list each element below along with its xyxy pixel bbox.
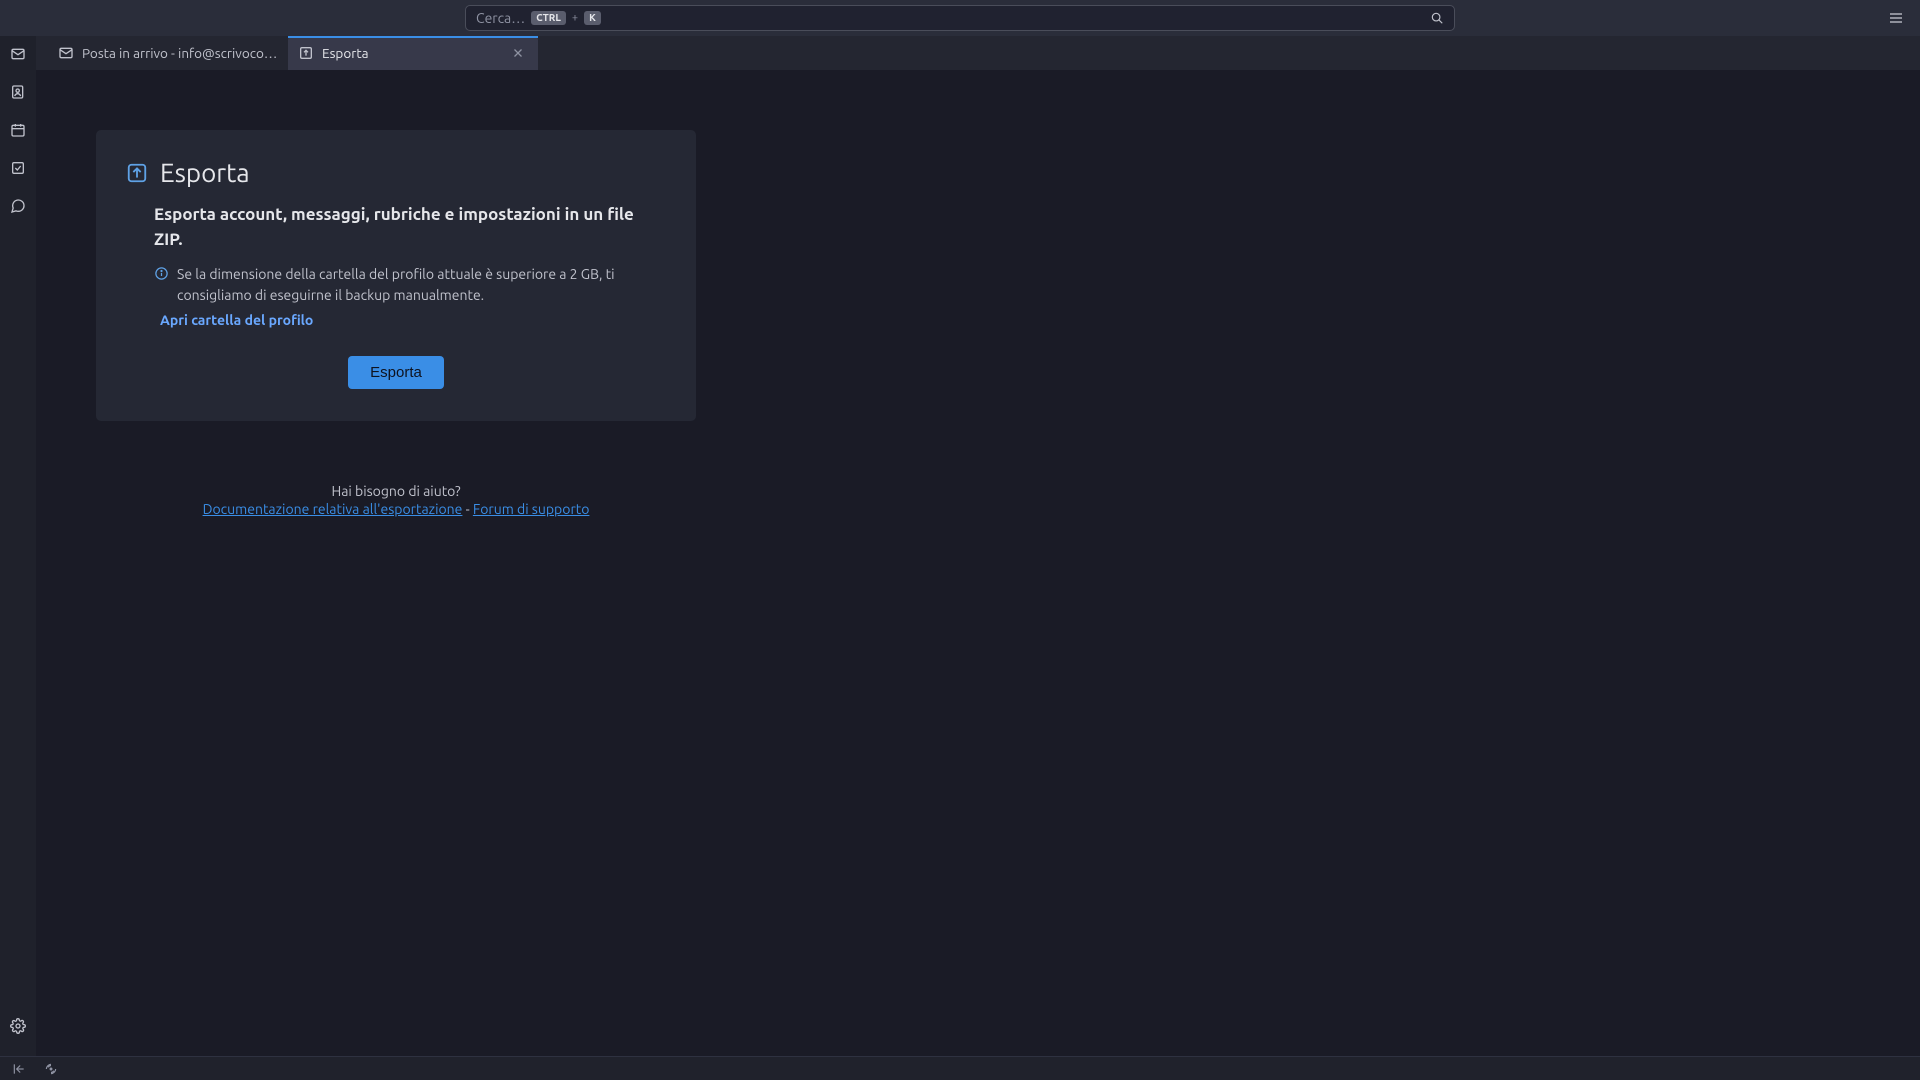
export-large-icon	[126, 162, 148, 184]
content-area: Esporta Esporta account, messaggi, rubri…	[36, 70, 1920, 1056]
export-subtitle: Esporta account, messaggi, rubriche e im…	[154, 203, 666, 252]
titlebar: Cerca… CTRL + K	[0, 0, 1920, 36]
network-activity-icon[interactable]	[40, 1059, 62, 1079]
help-section: Hai bisogno di aiuto? Documentazione rel…	[96, 483, 696, 517]
kbd-k: K	[584, 11, 601, 25]
support-forum-link[interactable]: Forum di supporto	[473, 501, 590, 517]
export-button[interactable]: Esporta	[348, 356, 444, 389]
tab-label: Esporta	[322, 45, 500, 61]
calendar-space-button[interactable]	[4, 116, 32, 144]
export-title: Esporta	[160, 158, 250, 187]
chat-space-button[interactable]	[4, 192, 32, 220]
tab-inbox[interactable]: Posta in arrivo - info@scrivocodice	[48, 36, 288, 70]
addressbook-space-button[interactable]	[4, 78, 32, 106]
export-info-text: Se la dimensione della cartella del prof…	[177, 264, 666, 306]
help-question: Hai bisogno di aiuto?	[96, 483, 696, 499]
mail-space-button[interactable]	[4, 40, 32, 68]
export-icon	[298, 45, 314, 61]
search-placeholder: Cerca…	[476, 10, 525, 26]
info-icon	[154, 266, 169, 306]
tasks-space-button[interactable]	[4, 154, 32, 182]
status-bar	[0, 1056, 1920, 1080]
kbd-ctrl: CTRL	[531, 11, 566, 25]
tab-export[interactable]: Esporta	[288, 36, 538, 70]
help-separator: -	[462, 501, 472, 517]
tab-strip: Posta in arrivo - info@scrivocodice Espo…	[36, 36, 1920, 70]
export-card: Esporta Esporta account, messaggi, rubri…	[96, 130, 696, 421]
close-icon[interactable]	[508, 43, 528, 63]
inbox-icon	[58, 45, 74, 61]
app-menu-button[interactable]	[1880, 4, 1912, 32]
settings-space-button[interactable]	[4, 1012, 32, 1040]
search-icon	[1430, 11, 1444, 25]
collapse-sidebar-button[interactable]	[8, 1059, 30, 1079]
export-doc-link[interactable]: Documentazione relativa all'esportazione	[203, 501, 463, 517]
global-search[interactable]: Cerca… CTRL + K	[465, 5, 1455, 31]
open-profile-folder-link[interactable]: Apri cartella del profilo	[160, 312, 313, 328]
tab-label: Posta in arrivo - info@scrivocodice	[82, 45, 278, 61]
spaces-sidebar	[0, 36, 36, 1056]
kbd-plus: +	[572, 12, 578, 24]
